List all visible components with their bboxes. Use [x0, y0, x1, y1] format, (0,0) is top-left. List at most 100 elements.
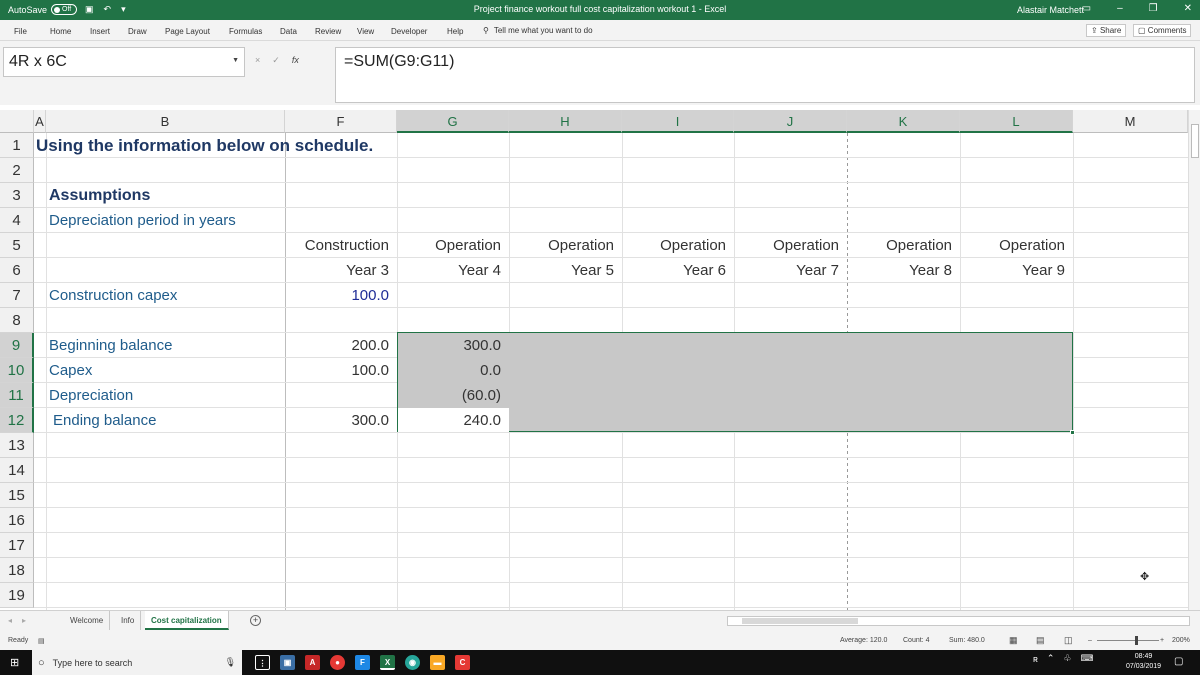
cancel-icon[interactable]: × [255, 55, 260, 66]
tab-draw[interactable]: Draw [128, 27, 147, 36]
depreciation-period-label[interactable]: Depreciation period in years [49, 208, 236, 233]
horizontal-scrollbar[interactable] [727, 616, 1190, 626]
header-phase-l[interactable]: Operation [960, 233, 1073, 258]
sheet-tab-info[interactable]: Info [115, 611, 142, 630]
row-header-4[interactable]: 4 [0, 208, 34, 233]
column-header-k[interactable]: K [847, 110, 960, 133]
tab-file[interactable]: File [14, 27, 27, 36]
cell-g9[interactable]: 300.0 [397, 333, 509, 358]
close-icon[interactable]: ✕ [1184, 3, 1192, 14]
tab-formulas[interactable]: Formulas [229, 27, 262, 36]
pdf-icon[interactable]: A [305, 655, 320, 670]
row-header-2[interactable]: 2 [0, 158, 34, 183]
tray-chevron-icon[interactable]: ⌃ [1047, 653, 1055, 664]
cell-f9[interactable]: 200.0 [285, 333, 397, 358]
row-header-6[interactable]: 6 [0, 258, 34, 283]
tell-me-search[interactable]: ⚲ Tell me what you want to do [483, 26, 593, 35]
explorer-icon[interactable]: ▬ [430, 655, 445, 670]
tab-data[interactable]: Data [280, 27, 297, 36]
header-year-k[interactable]: Year 8 [847, 258, 960, 283]
column-header-g[interactable]: G [397, 110, 509, 133]
tab-insert[interactable]: Insert [90, 27, 110, 36]
row-header-10[interactable]: 10 [0, 358, 34, 383]
header-year-l[interactable]: Year 9 [960, 258, 1073, 283]
construction-capex-value[interactable]: 100.0 [285, 283, 397, 308]
row-header-17[interactable]: 17 [0, 533, 34, 558]
taskbar-search[interactable]: ○ Type here to search 🎙 [32, 650, 242, 675]
comments-button[interactable]: ▢ Comments [1133, 24, 1192, 37]
cell-f12[interactable]: 300.0 [285, 408, 397, 433]
zoom-in-icon[interactable]: + [1160, 637, 1164, 644]
column-header-j[interactable]: J [734, 110, 847, 133]
construction-capex-label[interactable]: Construction capex [49, 283, 177, 308]
row-header-8[interactable]: 8 [0, 308, 34, 333]
network-icon[interactable]: ♧ [1063, 653, 1071, 664]
row-header-19[interactable]: 19 [0, 583, 34, 608]
store-icon[interactable]: ▣ [280, 655, 295, 670]
vertical-scroll-thumb[interactable] [1191, 124, 1199, 158]
minimize-icon[interactable]: – [1117, 3, 1123, 14]
header-phase-h[interactable]: Operation [509, 233, 622, 258]
ending-balance-label[interactable]: Ending balance [53, 408, 156, 433]
status-average[interactable]: Average: 120.0 [840, 637, 887, 644]
depreciation-label[interactable]: Depreciation [49, 383, 133, 408]
worksheet-grid[interactable]: A B F G H I J K L M 1 2 3 4 5 6 7 8 9 10… [0, 110, 1188, 610]
row-header-9[interactable]: 9 [0, 333, 34, 358]
header-phase-k[interactable]: Operation [847, 233, 960, 258]
enter-icon[interactable]: ✓ [272, 55, 280, 66]
header-year-f[interactable]: Year 3 [285, 258, 397, 283]
row-header-18[interactable]: 18 [0, 558, 34, 583]
column-header-f[interactable]: F [285, 110, 397, 133]
vertical-scrollbar[interactable] [1188, 110, 1200, 610]
cell-f10[interactable]: 100.0 [285, 358, 397, 383]
cell-g11[interactable]: (60.0) [397, 383, 509, 408]
sheet-tab-welcome[interactable]: Welcome [64, 611, 111, 630]
chevron-down-icon[interactable]: ▼ [232, 57, 239, 64]
header-year-g[interactable]: Year 4 [397, 258, 509, 283]
notifications-icon[interactable]: ▢ [1174, 656, 1183, 667]
column-header-i[interactable]: I [622, 110, 734, 133]
windows-start-icon[interactable]: ⊞ [10, 656, 19, 669]
header-phase-f[interactable]: Construction [285, 233, 397, 258]
header-year-h[interactable]: Year 5 [509, 258, 622, 283]
header-phase-g[interactable]: Operation [397, 233, 509, 258]
row-header-13[interactable]: 13 [0, 433, 34, 458]
normal-view-icon[interactable]: ▦ [1009, 635, 1018, 646]
tab-page-layout[interactable]: Page Layout [165, 27, 210, 36]
sheet-title-cell[interactable]: Using the information below on schedule. [36, 133, 373, 158]
row-header-5[interactable]: 5 [0, 233, 34, 258]
row-header-12[interactable]: 12 [0, 408, 34, 433]
row-header-11[interactable]: 11 [0, 383, 34, 408]
tab-home[interactable]: Home [50, 27, 71, 36]
cell-g12[interactable]: 240.0 [397, 408, 509, 433]
prev-sheet-icon[interactable]: ◂ [8, 616, 12, 625]
row-header-7[interactable]: 7 [0, 283, 34, 308]
tab-help[interactable]: Help [447, 27, 463, 36]
chrome-icon[interactable]: ● [330, 655, 345, 670]
macro-record-icon[interactable]: ▤ [38, 637, 45, 645]
column-header-b[interactable]: B [46, 110, 285, 133]
status-count[interactable]: Count: 4 [903, 637, 929, 644]
page-break-view-icon[interactable]: ◫ [1064, 635, 1073, 646]
assumptions-heading[interactable]: Assumptions [49, 183, 150, 208]
row-header-15[interactable]: 15 [0, 483, 34, 508]
row-header-16[interactable]: 16 [0, 508, 34, 533]
zoom-slider[interactable] [1097, 636, 1159, 645]
taskbar-clock[interactable]: 08:49 07/03/2019 [1126, 652, 1161, 672]
zoom-level[interactable]: 200% [1172, 637, 1190, 644]
column-header-a[interactable]: A [34, 110, 46, 133]
tab-developer[interactable]: Developer [391, 27, 427, 36]
page-layout-view-icon[interactable]: ▤ [1036, 635, 1045, 646]
row-header-14[interactable]: 14 [0, 458, 34, 483]
restore-icon[interactable]: ❐ [1149, 3, 1158, 14]
zoom-out-icon[interactable]: – [1088, 637, 1092, 644]
formula-input[interactable]: =SUM(G9:G11) [335, 47, 1195, 103]
fill-handle[interactable] [1070, 430, 1075, 435]
header-year-j[interactable]: Year 7 [734, 258, 847, 283]
next-sheet-icon[interactable]: ▸ [22, 616, 26, 625]
row-header-3[interactable]: 3 [0, 183, 34, 208]
tab-review[interactable]: Review [315, 27, 341, 36]
app-c-icon[interactable]: C [455, 655, 470, 670]
status-sum[interactable]: Sum: 480.0 [949, 637, 985, 644]
column-header-l[interactable]: L [960, 110, 1073, 133]
